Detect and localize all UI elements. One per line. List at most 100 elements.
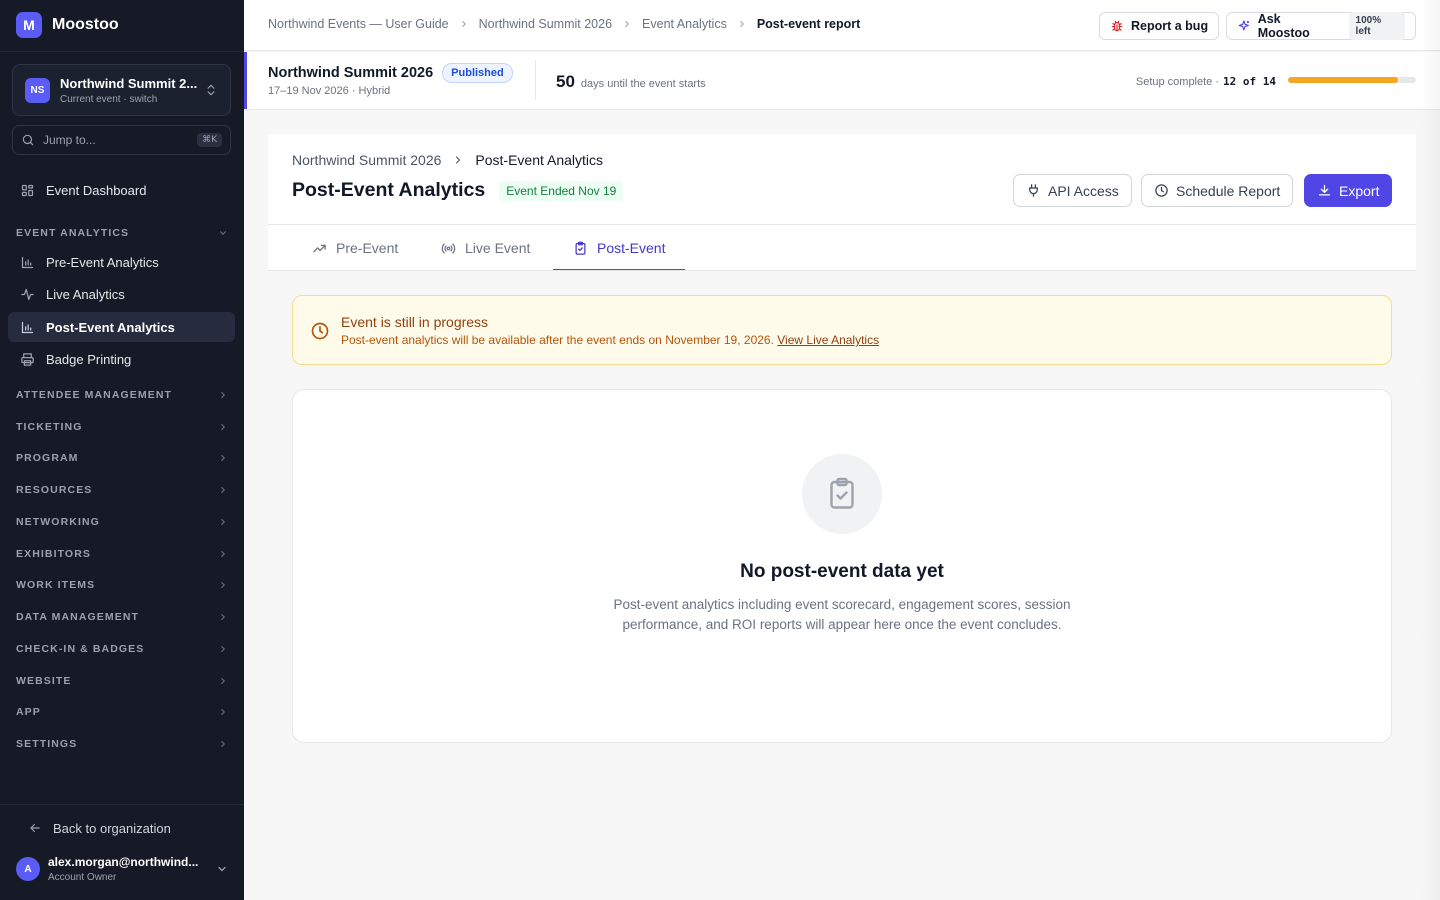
alert-title: Event is still in progress	[341, 314, 489, 330]
event-date: 17–19 Nov 2026 · Hybrid	[268, 85, 391, 97]
chevron-right-icon	[740, 20, 744, 28]
ask-moostoo-label: Ask Moostoo	[1257, 12, 1310, 40]
setup-count: 12 of 14	[1223, 75, 1276, 88]
page-breadcrumb-current: Post-Event Analytics	[475, 152, 604, 168]
empty-state-description: Post-event analytics including event sco…	[613, 597, 1071, 632]
section-label: EXHIBITORS	[16, 548, 91, 560]
chevron-right-icon	[456, 156, 461, 164]
section-data-management[interactable]: DATA MANAGEMENT	[16, 609, 228, 625]
section-label: EVENT ANALYTICS	[16, 227, 130, 239]
tab-label: Post-Event	[597, 240, 666, 256]
event-ended-badge: Event Ended Nov 19	[499, 180, 624, 201]
page-breadcrumb-event[interactable]: Northwind Summit 2026	[292, 152, 441, 168]
sidebar-divider	[0, 804, 244, 805]
jump-to-search[interactable]: Jump to... ⌘K	[12, 125, 231, 155]
page-title: Post-Event Analytics	[292, 179, 486, 201]
section-label: APP	[16, 706, 41, 718]
clock-icon	[1155, 184, 1168, 197]
countdown-label: days until the event starts	[580, 78, 706, 90]
back-to-organization-label: Back to organization	[53, 820, 171, 836]
tab-label: Pre-Event	[336, 240, 399, 256]
tab-pre-event[interactable]: Pre-Event	[312, 225, 398, 271]
sidebar-item-badge-printing[interactable]: Badge Printing	[8, 344, 235, 374]
section-settings[interactable]: SETTINGS	[16, 736, 228, 752]
section-attendee-management[interactable]: ATTENDEE MANAGEMENT	[16, 387, 228, 403]
countdown: 50 days until the event starts	[556, 72, 706, 92]
setup-progress-bar[interactable]	[1288, 77, 1416, 83]
alert-message: Post-event analytics will be available a…	[341, 333, 774, 347]
breadcrumb-guide[interactable]: Northwind Events — User Guide	[268, 17, 449, 31]
section-label: DATA MANAGEMENT	[16, 611, 140, 623]
report-bug-button[interactable]: Report a bug	[1099, 12, 1220, 40]
schedule-report-label: Schedule Report	[1176, 182, 1281, 199]
tab-live-event[interactable]: Live Event	[441, 225, 530, 271]
radio-broadcast-icon	[441, 243, 456, 253]
section-label: NETWORKING	[16, 516, 100, 528]
section-label: WEBSITE	[16, 675, 72, 687]
sidebar-item-pre-event-analytics[interactable]: Pre-Event Analytics	[8, 247, 235, 277]
chevron-right-icon	[221, 423, 225, 431]
section-website[interactable]: WEBSITE	[16, 673, 228, 689]
breadcrumb-current: Post-event report	[756, 17, 861, 31]
page-header: Northwind Summit 2026 Post-Event Analyti…	[268, 134, 1416, 271]
event-switcher[interactable]: NS Northwind Summit 2... Current event ·…	[12, 64, 231, 116]
section-label: ATTENDEE MANAGEMENT	[16, 389, 173, 401]
breadcrumb-event[interactable]: Northwind Summit 2026	[479, 17, 612, 31]
chevron-right-icon	[221, 708, 225, 716]
section-exhibitors[interactable]: EXHIBITORS	[16, 546, 228, 562]
sidebar-item-live-analytics[interactable]: Live Analytics	[8, 279, 235, 309]
setup-status[interactable]: Setup complete · 12 of 14	[1136, 75, 1276, 88]
user-email: alex.morgan@northwind...	[48, 855, 199, 869]
printer-icon	[21, 352, 34, 366]
schedule-report-button[interactable]: Schedule Report	[1141, 174, 1294, 207]
section-event-analytics[interactable]: EVENT ANALYTICS	[16, 225, 228, 241]
section-app[interactable]: APP	[16, 704, 228, 720]
chevron-right-icon	[221, 645, 225, 653]
clipboard-check-icon	[575, 241, 586, 255]
api-access-button[interactable]: API Access	[1013, 174, 1132, 207]
chevron-right-icon	[221, 740, 225, 748]
chevron-right-icon	[221, 518, 225, 526]
chevron-right-icon	[221, 391, 225, 399]
quota-badge: 100% left	[1348, 12, 1405, 40]
export-button[interactable]: Export	[1304, 174, 1393, 207]
ask-moostoo-button[interactable]: Ask Moostoo 100% left	[1226, 12, 1416, 40]
section-resources[interactable]: RESOURCES	[16, 482, 228, 498]
back-to-organization-link[interactable]: Back to organization	[28, 818, 171, 838]
section-program[interactable]: PROGRAM	[16, 450, 228, 466]
bug-icon	[1111, 20, 1123, 32]
section-label: TICKETING	[16, 421, 83, 433]
view-live-analytics-link[interactable]: View Live Analytics	[777, 333, 879, 347]
brand[interactable]: M Moostoo	[16, 12, 119, 38]
section-networking[interactable]: NETWORKING	[16, 514, 228, 530]
section-check-in-badges[interactable]: CHECK-IN & BADGES	[16, 641, 228, 657]
app-name: Moostoo	[52, 16, 119, 33]
sidebar-item-post-event-analytics[interactable]: Post-Event Analytics	[8, 312, 235, 342]
section-work-items[interactable]: WORK ITEMS	[16, 577, 228, 593]
section-ticketing[interactable]: TICKETING	[16, 419, 228, 435]
sidebar-item-label: Pre-Event Analytics	[46, 254, 159, 270]
chevrons-up-down-icon	[207, 84, 215, 96]
clock-icon	[311, 322, 329, 340]
chevron-right-icon	[625, 20, 630, 28]
setup-progress-fill	[1288, 77, 1398, 83]
breadcrumb-event-analytics[interactable]: Event Analytics	[642, 17, 727, 31]
event-status-strip: Northwind Summit 2026 Published 17–19 No…	[244, 52, 1440, 110]
chevron-down-icon	[218, 866, 226, 872]
sidebar-item-label: Live Analytics	[46, 286, 125, 302]
download-icon	[1318, 184, 1331, 196]
tab-post-event[interactable]: Post-Event	[553, 225, 686, 271]
tabs-bottom-border	[268, 270, 1416, 271]
dashboard-grid-icon	[21, 184, 34, 196]
report-bug-label: Report a bug	[1131, 19, 1209, 33]
page-breadcrumb: Northwind Summit 2026 Post-Event Analyti…	[292, 152, 603, 168]
export-label: Export	[1339, 182, 1380, 199]
chevron-right-icon	[221, 581, 225, 589]
user-menu[interactable]: A alex.morgan@northwind... Account Owner	[16, 852, 228, 886]
section-label: WORK ITEMS	[16, 579, 96, 591]
clipboard-check-icon	[830, 477, 854, 509]
status-badge: Published	[442, 63, 513, 83]
sidebar-item-event-dashboard[interactable]: Event Dashboard	[8, 175, 235, 205]
tab-label: Live Event	[465, 240, 531, 256]
strip-accent	[244, 52, 247, 109]
